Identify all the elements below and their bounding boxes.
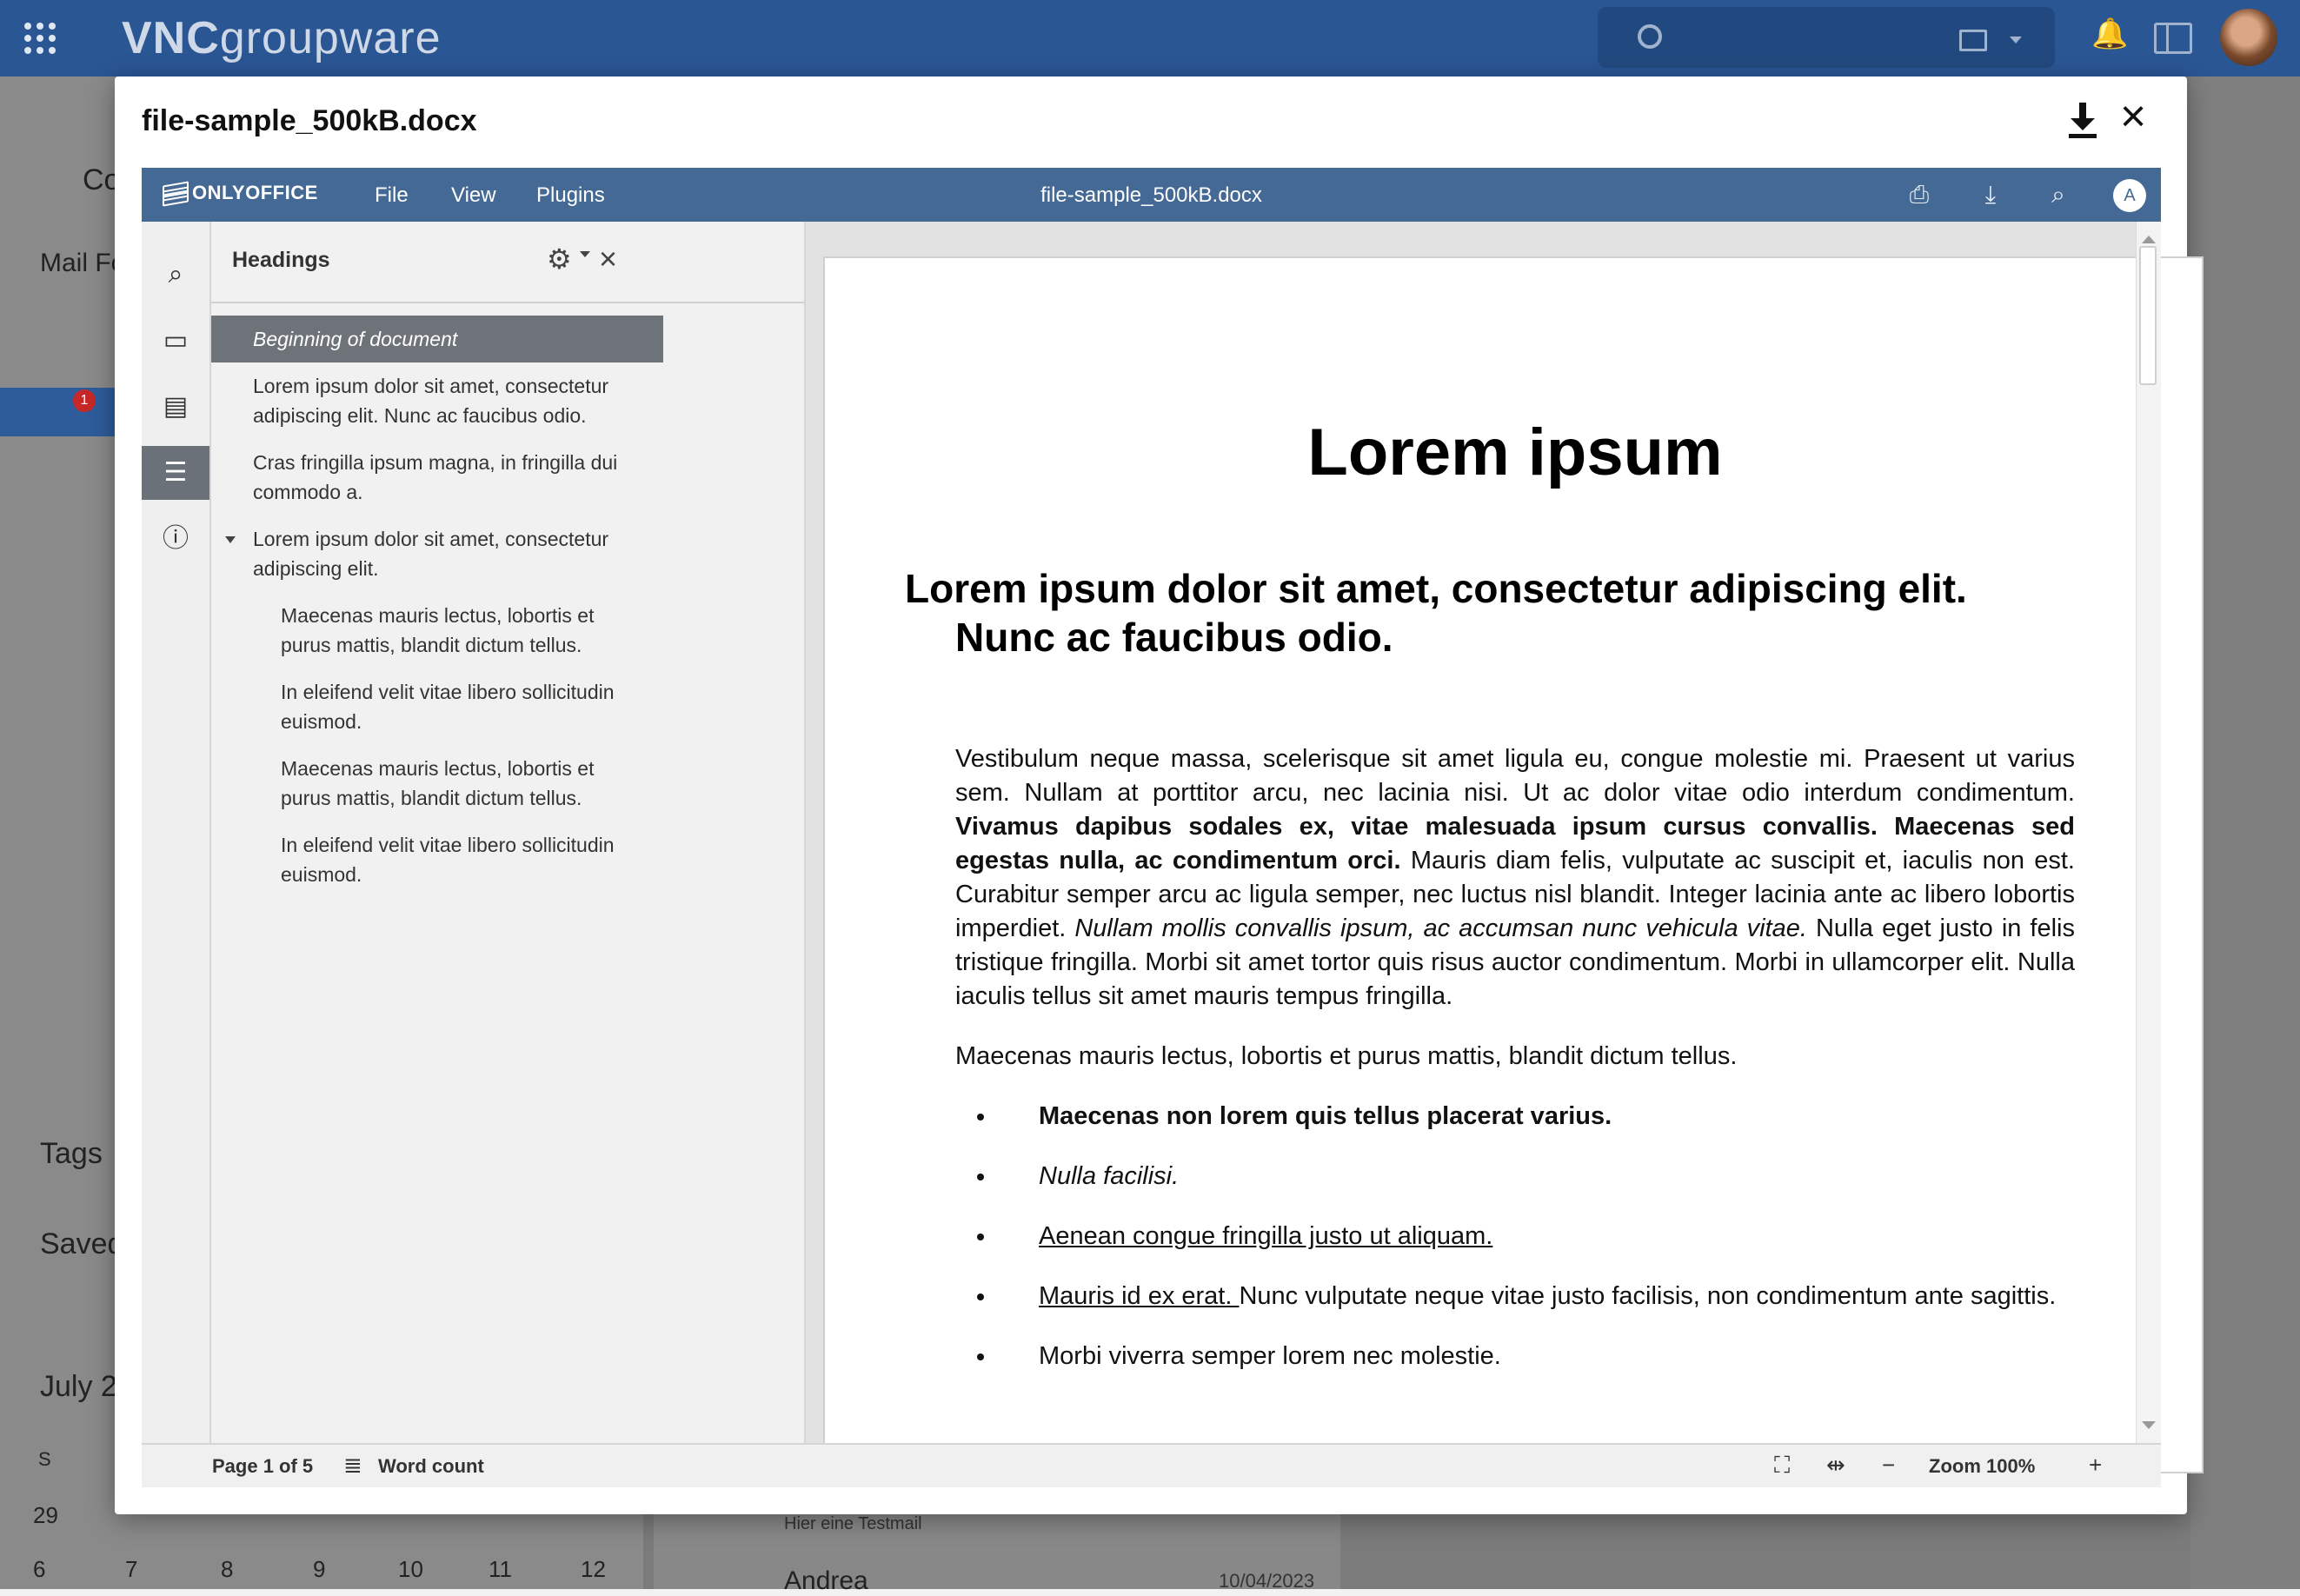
brand-logo[interactable]: VNCgroupware — [122, 12, 442, 64]
scroll-thumb[interactable] — [2139, 246, 2157, 385]
close-icon[interactable]: × — [599, 241, 617, 277]
chevron-down-icon[interactable] — [580, 251, 590, 263]
notifications-bell-icon[interactable]: 🔔 — [2091, 19, 2128, 49]
chat-icon[interactable]: ▤ — [142, 380, 209, 434]
list-item: Mauris id ex erat. Nunc vulputate neque … — [997, 1280, 2075, 1313]
divider — [211, 302, 804, 303]
list-item: Aenean congue fringilla justo ut aliquam… — [997, 1220, 2075, 1254]
headings-panel: Headings ⚙ × Beginning of document Lorem… — [211, 222, 806, 1443]
toggle-panel-icon[interactable] — [2154, 23, 2192, 54]
bullet-list: Maecenas non lorem quis tellus placerat … — [955, 1100, 2075, 1373]
mail-folders-label: Mail Fo — [40, 249, 126, 277]
list-item: Morbi viverra semper lorem nec molestie. — [997, 1340, 2075, 1373]
search-icon[interactable]: ⌕ — [2044, 180, 2073, 209]
document-page[interactable]: Lorem ipsum Lorem ipsum dolor sit amet, … — [823, 256, 2204, 1473]
calendar-day[interactable]: 9 — [313, 1556, 325, 1583]
calendar-day[interactable]: 7 — [125, 1556, 137, 1583]
document-title: file-sample_500kB.docx — [1040, 183, 1262, 207]
paragraph-2: Maecenas mauris lectus, lobortis et puru… — [955, 1042, 1738, 1070]
menu-file[interactable]: File — [375, 183, 409, 208]
editor-left-rail: ⌕ ▭ ▤ ☰ ⓘ — [142, 222, 211, 1443]
calendar-day[interactable]: 12 — [581, 1556, 606, 1583]
paragraph-1: Vestibulum neque massa, scelerisque sit … — [955, 745, 2076, 1010]
document-heading-1: Lorem ipsum — [1307, 416, 1723, 489]
menu-plugins[interactable]: Plugins — [536, 183, 605, 208]
global-search-bar[interactable] — [1598, 7, 2055, 68]
list-item: Nulla facilisi. — [997, 1160, 2075, 1194]
heading-item[interactable]: Lorem ipsum dolor sit amet, consectetur … — [211, 362, 663, 439]
onlyoffice-logo: ONLYOFFICE — [163, 181, 318, 207]
document-body: Vestibulum neque massa, scelerisque sit … — [955, 742, 2075, 1400]
info-icon[interactable]: ⓘ — [142, 512, 209, 566]
reading-pane-edge — [2190, 76, 2300, 1589]
heading-item-expanded[interactable]: Lorem ipsum dolor sit amet, consectetur … — [211, 515, 663, 592]
headings-panel-title: Headings — [232, 248, 330, 272]
list-item: Maecenas non lorem quis tellus placerat … — [997, 1100, 2075, 1134]
user-avatar[interactable] — [2220, 9, 2277, 66]
heading-subitem[interactable]: In eleifend velit vitae libero sollicitu… — [211, 821, 663, 898]
zoom-out-icon[interactable]: − — [1882, 1452, 1895, 1479]
search-icon — [1638, 24, 1662, 49]
document-canvas[interactable]: Lorem ipsum Lorem ipsum dolor sit amet, … — [806, 222, 2204, 1473]
inbox-row[interactable]: 1 — [0, 388, 115, 436]
close-icon[interactable]: × — [2114, 94, 2152, 139]
onlyoffice-stack-icon — [163, 181, 189, 207]
editor-header: ONLYOFFICE File View Plugins file-sample… — [142, 168, 2161, 222]
document-preview-dialog: file-sample_500kB.docx × ONLYOFFICE File… — [115, 76, 2204, 1514]
headings-list: Beginning of document Lorem ipsum dolor … — [211, 316, 663, 898]
scroll-down-arrow-icon[interactable] — [2142, 1421, 2156, 1436]
mail-filter-icon[interactable] — [1959, 30, 1987, 51]
chevron-down-icon[interactable] — [2010, 37, 2022, 50]
page-indicator[interactable]: Page 1 of 5 — [212, 1455, 313, 1478]
zoom-level[interactable]: Zoom 100% — [1929, 1455, 2035, 1478]
download-icon[interactable]: ⤓ — [1976, 180, 2005, 209]
headings-navigation-icon[interactable]: ☰ — [142, 446, 209, 500]
top-app-bar: VNCgroupware 🔔 — [0, 0, 2300, 76]
saved-searches-label: Saved — [40, 1227, 124, 1260]
user-avatar[interactable]: A — [2113, 179, 2146, 212]
fit-width-icon[interactable]: ⇹ — [1826, 1452, 1845, 1479]
inbox-unread-badge: 1 — [73, 389, 96, 412]
print-icon[interactable]: ⎙ — [1904, 180, 1934, 209]
word-count-icon[interactable]: ≣ — [343, 1452, 362, 1479]
search-icon[interactable]: ⌕ — [142, 248, 209, 302]
weekday-label: S — [38, 1448, 51, 1470]
mail-snippet: Hier eine Testmail — [784, 1514, 922, 1533]
zoom-in-icon[interactable]: + — [2089, 1452, 2102, 1479]
calendar-day[interactable]: 6 — [33, 1556, 45, 1583]
settings-gear-icon[interactable]: ⚙ — [547, 243, 572, 276]
comments-icon[interactable]: ▭ — [142, 314, 209, 368]
mail-sender: Andrea — [784, 1566, 868, 1595]
calendar-day[interactable]: 10 — [398, 1556, 423, 1583]
fit-page-icon[interactable]: ⛶ — [1774, 1452, 1790, 1480]
calendar-month-label: July 2 — [40, 1370, 117, 1403]
mail-date: 10/04/2023 — [1219, 1570, 1315, 1592]
heading-subitem[interactable]: Maecenas mauris lectus, lobortis et puru… — [211, 592, 663, 668]
document-heading-2: Lorem ipsum dolor sit amet, consectetur … — [905, 566, 1967, 660]
calendar-day[interactable]: 8 — [221, 1556, 233, 1583]
heading-item-beginning[interactable]: Beginning of document — [211, 316, 663, 362]
heading-item[interactable]: Cras fringilla ipsum magna, in fringilla… — [211, 439, 663, 515]
calendar-day[interactable]: 11 — [489, 1556, 512, 1583]
menu-view[interactable]: View — [451, 183, 496, 208]
word-count-button[interactable]: Word count — [378, 1455, 484, 1478]
heading-subitem[interactable]: Maecenas mauris lectus, lobortis et puru… — [211, 745, 663, 821]
heading-subitem[interactable]: In eleifend velit vitae libero sollicitu… — [211, 668, 663, 745]
editor-statusbar: Page 1 of 5 ≣ Word count ⛶ ⇹ − Zoom 100%… — [142, 1443, 2161, 1487]
tags-label: Tags — [40, 1137, 103, 1170]
scroll-up-arrow-icon[interactable] — [2142, 229, 2156, 243]
vertical-scrollbar[interactable] — [2136, 222, 2161, 1443]
dialog-title: file-sample_500kB.docx — [142, 104, 477, 137]
caret-down-icon[interactable] — [225, 536, 236, 549]
calendar-day[interactable]: 29 — [33, 1502, 58, 1529]
onlyoffice-editor: ONLYOFFICE File View Plugins file-sample… — [142, 168, 2204, 1487]
apps-grid-icon[interactable] — [24, 23, 56, 54]
download-icon[interactable] — [2065, 103, 2100, 139]
